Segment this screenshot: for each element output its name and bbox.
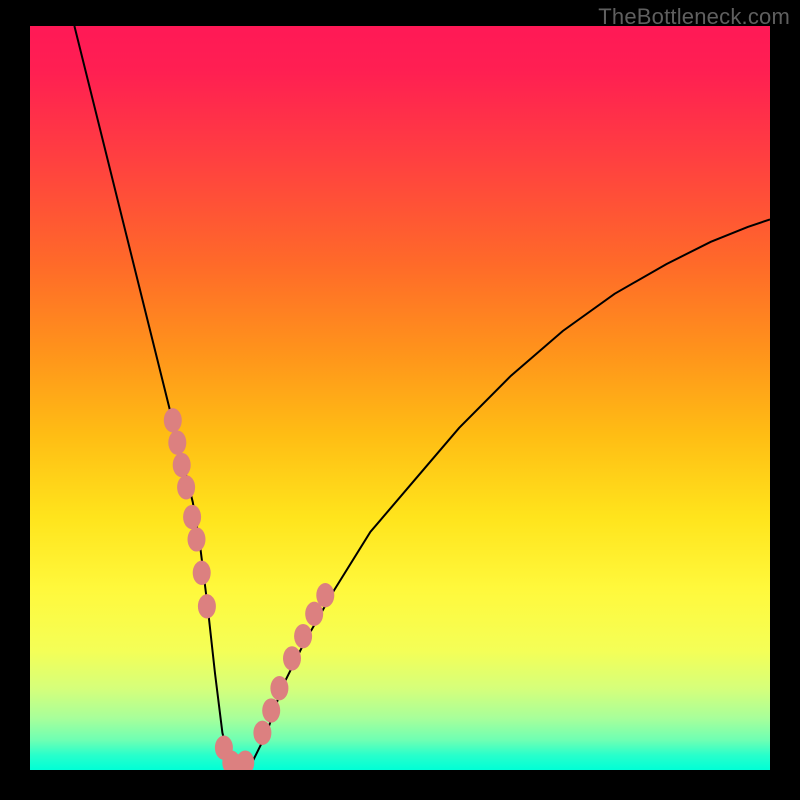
bead-marker — [188, 527, 206, 551]
bead-group — [164, 408, 334, 770]
bead-marker — [173, 453, 191, 477]
bead-marker — [164, 408, 182, 432]
bead-marker — [193, 561, 211, 585]
bead-marker — [198, 594, 216, 618]
bead-marker — [316, 583, 334, 607]
watermark-text: TheBottleneck.com — [598, 4, 790, 30]
plot-area — [30, 26, 770, 770]
bead-marker — [294, 624, 312, 648]
bead-marker — [283, 646, 301, 670]
bottleneck-curve — [74, 26, 770, 770]
bead-marker — [262, 698, 280, 722]
bead-marker — [253, 721, 271, 745]
bead-marker — [177, 475, 195, 499]
bead-marker — [183, 505, 201, 529]
bead-marker — [236, 750, 254, 770]
bead-marker — [270, 676, 288, 700]
bead-marker — [168, 430, 186, 454]
chart-frame: TheBottleneck.com — [0, 0, 800, 800]
bottleneck-curve-svg — [30, 26, 770, 770]
